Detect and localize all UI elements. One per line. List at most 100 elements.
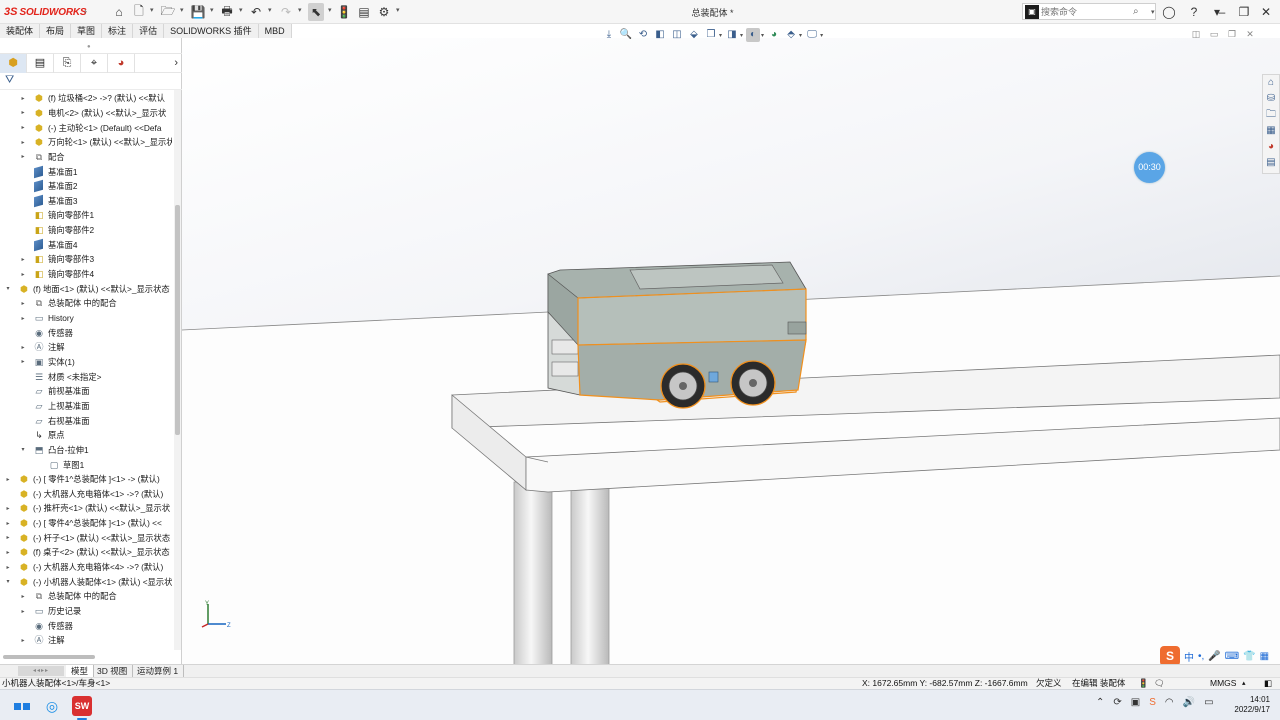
view-palette-icon[interactable]: ▦ — [1263, 123, 1279, 139]
panel-grip-icon[interactable]: ● — [87, 44, 91, 50]
viewport-restore-icon[interactable]: ❐ — [1226, 29, 1238, 40]
display-style-icon[interactable]: ❒ — [704, 28, 718, 42]
tree-item[interactable]: ↳ 原点 — [33, 428, 64, 443]
configuration-manager-tab-icon[interactable]: ⎘ — [54, 53, 81, 73]
tree-item[interactable]: ⬢ (-) 大机器人充电箱体<1> ->? (默认) — [18, 487, 163, 502]
chevron-down-icon[interactable]: ▾ — [4, 285, 12, 292]
chevron-right-icon[interactable]: ▸ — [4, 534, 12, 541]
chevron-right-icon[interactable]: ▸ — [4, 505, 12, 512]
ime-voice-icon[interactable]: 🎤 — [1208, 651, 1220, 662]
tree-item[interactable]: ▸ ⧉ 总装配体 中的配合 — [21, 296, 116, 311]
tree-item[interactable]: ▱ 前视基准面 — [33, 384, 90, 399]
appearances-scenes-icon[interactable]: ◕ — [1263, 139, 1279, 155]
tree-item[interactable]: ▸ Ⓐ 注解 — [21, 340, 64, 355]
tray-sync-icon[interactable]: ⟳ — [1113, 697, 1121, 708]
tray-overflow-chevron-icon[interactable]: ⌃ — [1096, 697, 1104, 708]
tree-item[interactable]: ▸ ⬢ (-) 推杆壳<1> (默认) <<默认>_显示状 — [6, 501, 170, 516]
chevron-right-icon[interactable]: ▸ — [4, 564, 12, 571]
solidworks-app-icon[interactable]: SW — [72, 696, 92, 716]
scrollbar-thumb[interactable] — [175, 205, 180, 435]
chevron-right-icon[interactable]: ▸ — [19, 637, 27, 644]
chevron-right-icon[interactable]: ▸ — [19, 109, 27, 116]
tree-item[interactable]: 基准面2 — [33, 179, 78, 194]
tree-item[interactable]: 基准面3 — [33, 194, 78, 209]
chevron-right-icon[interactable]: ▸ — [19, 95, 27, 102]
tree-item[interactable]: ▢ 草图1 — [48, 457, 84, 472]
tree-item[interactable]: ▸ ▣ 实体(1) — [21, 355, 74, 370]
ime-skin-icon[interactable]: 👕 — [1243, 651, 1255, 662]
tab-3d-views[interactable]: 3D 视图 — [92, 665, 134, 677]
robot-assembly[interactable] — [547, 261, 807, 409]
tree-item[interactable]: ▱ 右视基准面 — [33, 413, 90, 428]
tree-item[interactable]: ◉ 传感器 — [33, 618, 73, 633]
tree-item[interactable]: ▸ ▭ 历史记录 — [21, 604, 81, 619]
ime-language-label[interactable]: 中 — [1184, 649, 1194, 664]
dimxpert-manager-tab-icon[interactable]: ⌖ — [81, 53, 108, 73]
horizontal-scrollbar[interactable] — [3, 655, 95, 659]
quick-tips-icon[interactable]: 🗨 — [1154, 678, 1165, 689]
property-manager-tab-icon[interactable]: ▤ — [27, 53, 54, 73]
tree-item[interactable]: ▸ ◧ 镜向零部件3 — [21, 252, 94, 267]
tree-item[interactable]: ▾ ⬢ (f) 地面<1> (默认) <<默认>_显示状态 — [6, 281, 169, 296]
viewport-split-icon[interactable]: ◫ — [1190, 29, 1202, 40]
file-explorer-icon[interactable]: 🗀 — [1263, 107, 1279, 123]
recording-timer-badge[interactable]: 00:30 — [1134, 152, 1165, 183]
search-commands-box[interactable]: ▣ ⌕ ▾ — [1022, 3, 1156, 20]
tree-item[interactable]: ▸ ⬢ (f) 垃圾桶<2> ->? (默认) <<默认 — [21, 91, 164, 106]
help-icon[interactable]: ? — [1185, 4, 1203, 20]
tab-assembly[interactable]: 装配体 — [0, 24, 41, 38]
monitor-dropdown-icon[interactable]: ▾ — [820, 32, 823, 39]
windows-start-icon[interactable] — [12, 696, 32, 716]
chevron-right-icon[interactable]: ▸ — [19, 139, 27, 146]
close-icon[interactable]: ✕ — [1257, 4, 1275, 20]
view-orientation-icon[interactable]: ⬙ — [687, 28, 701, 42]
tree-item[interactable]: ▸ ⬢ (-) 主动轮<1> (Default) <<Defa — [21, 120, 161, 135]
minimize-icon[interactable]: – — [1213, 4, 1231, 20]
viewport-close-icon[interactable]: ✕ — [1244, 29, 1256, 40]
ime-toolbox-icon[interactable]: ▦ — [1260, 651, 1269, 662]
taskbar-clock[interactable]: 14:01 2022/9/17 — [1226, 695, 1270, 715]
tree-item[interactable]: ▸ ⬢ (-) [ 零件4^总装配体 ]<1> (默认) << — [6, 516, 161, 531]
graphics-area[interactable] — [182, 38, 1280, 664]
ime-punctuation-icon[interactable]: •, — [1198, 651, 1204, 662]
chevron-right-icon[interactable]: ▸ — [19, 315, 27, 322]
tree-item[interactable]: ▸ ◧ 镜向零部件4 — [21, 267, 94, 282]
edit-appearance-icon[interactable]: ◐ — [746, 28, 761, 42]
chevron-down-icon[interactable]: ▾ — [19, 446, 27, 453]
tree-item[interactable]: ▸ ⬢ (-) 大机器人充电箱体<4> ->? (默认) — [6, 560, 163, 575]
chevron-right-icon[interactable]: ▸ — [19, 271, 27, 278]
chevron-right-icon[interactable]: ▸ — [4, 476, 12, 483]
custom-properties-icon[interactable]: ▤ — [1263, 155, 1279, 171]
tree-item[interactable]: ◉ 传感器 — [33, 325, 73, 340]
tree-item[interactable]: ▸ ⬢ 万向轮<1> (默认) <<默认>_显示状 — [21, 135, 172, 150]
tree-item[interactable]: ▸ ⬢ (-) 杆子<1> (默认) <<默认>_显示状态 — [6, 531, 170, 546]
ime-logo-icon[interactable]: S — [1160, 646, 1180, 666]
rebuild-status-icon[interactable]: 🚦 — [1138, 678, 1149, 689]
chevron-right-icon[interactable]: ▸ — [4, 520, 12, 527]
tree-item[interactable]: ▸ ⬢ (-) [ 零件1^总装配体 ]<1> -> (默认) — [6, 472, 159, 487]
chevron-down-icon[interactable]: ▾ — [4, 578, 12, 585]
tree-item[interactable]: ▸ ⧉ 总装配体 中的配合 — [21, 589, 116, 604]
tree-item[interactable]: ▸ ⬢ (f) 桌子<2> (默认) <<默认>_显示状态 — [6, 545, 169, 560]
tree-item[interactable]: 基准面1 — [33, 164, 78, 179]
search-dropdown-icon[interactable]: ▾ — [1151, 8, 1155, 16]
tree-item[interactable]: ▾ ⬒ 凸台-拉伸1 — [21, 443, 88, 458]
tree-item[interactable]: ◧ 镜向零部件1 — [33, 208, 94, 223]
chevron-right-icon[interactable]: › — [174, 57, 178, 69]
tree-item[interactable]: ▸ ⬢ 电机<2> (默认) <<默认>_显示状 — [21, 106, 166, 121]
ime-keyboard-icon[interactable]: ⌨ — [1225, 651, 1239, 662]
tab-scroll-arrows-icon[interactable]: ◂◂▸▸ — [18, 666, 64, 676]
display-manager-tab-icon[interactable]: ◕ — [108, 53, 135, 73]
search-scope-icon[interactable]: ▣ — [1025, 4, 1039, 19]
chevron-right-icon[interactable]: ▸ — [19, 153, 27, 160]
appearance-dropdown-icon[interactable]: ▾ — [761, 32, 764, 39]
status-settings-icon[interactable]: ◧ — [1264, 678, 1272, 689]
tree-item[interactable]: ▸ ⧉ 配合 — [21, 150, 64, 165]
tab-layout[interactable]: 布局 — [40, 24, 72, 38]
view-settings-dropdown-icon[interactable]: ▾ — [799, 32, 802, 39]
user-account-icon[interactable]: ◯ — [1160, 4, 1178, 20]
edge-browser-icon[interactable]: ◎ — [42, 696, 62, 716]
tab-mbd[interactable]: MBD — [259, 24, 292, 38]
chevron-right-icon[interactable]: ▸ — [19, 256, 27, 263]
tab-evaluate[interactable]: 评估 — [133, 24, 165, 38]
